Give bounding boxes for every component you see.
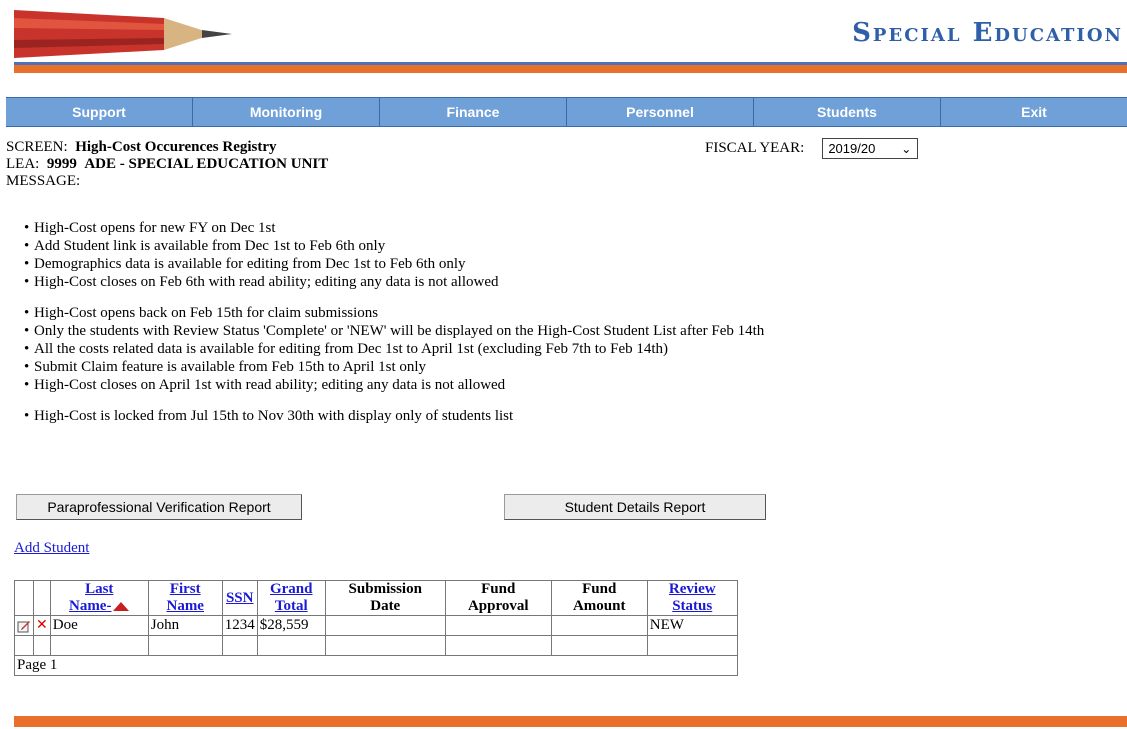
- message-group: High-Cost opens for new FY on Dec 1st Ad…: [24, 219, 924, 291]
- fiscal-year-select[interactable]: 2019/20 ⌄: [822, 138, 919, 159]
- first-name-sort-link[interactable]: First Name: [166, 581, 204, 614]
- delete-cell[interactable]: ✕: [33, 615, 51, 636]
- delete-icon[interactable]: ✕: [36, 617, 48, 633]
- message-item: Only the students with Review Status 'Co…: [24, 322, 924, 340]
- table-row: ✕ Doe John 1234 $28,559 NEW: [14, 615, 738, 636]
- cell-grand-total: $28,559: [256, 615, 326, 636]
- message-list: High-Cost opens for new FY on Dec 1st Ad…: [24, 219, 924, 438]
- ssn-sort-link[interactable]: SSN: [226, 590, 254, 606]
- message-item: Submit Claim feature is available from F…: [24, 358, 924, 376]
- table-empty-row: [14, 635, 738, 656]
- chevron-down-icon: ⌄: [901, 141, 912, 156]
- message-group: High-Cost is locked from Jul 15th to Nov…: [24, 407, 924, 425]
- add-student-link[interactable]: Add Student: [14, 540, 89, 557]
- nav-finance[interactable]: Finance: [380, 98, 567, 126]
- lea-label: LEA:: [6, 156, 40, 172]
- lea-code: 9999: [46, 156, 77, 172]
- header-rule-orange: [14, 65, 1127, 73]
- pager: Page 1: [14, 655, 738, 676]
- review-status-sort-link[interactable]: Review Status: [669, 581, 716, 614]
- student-table: Last Name- First Name SSN Grand Total Submi…: [14, 580, 738, 676]
- cell-ssn: 1234: [221, 615, 258, 636]
- edit-icon[interactable]: [17, 619, 31, 633]
- table-pager-row: Page 1: [14, 655, 738, 676]
- header: Special Education: [0, 0, 1127, 80]
- nav-personnel[interactable]: Personnel: [567, 98, 754, 126]
- screen-label: SCREEN:: [6, 139, 68, 155]
- last-name-sort-link[interactable]: Last Name-: [69, 581, 113, 614]
- cell-submission-date: [324, 615, 446, 636]
- col-submission-date: Submission Date: [324, 580, 446, 616]
- lea-name: ADE - SPECIAL EDUCATION UNIT: [84, 156, 329, 172]
- message-item: Demographics data is available for editi…: [24, 255, 924, 273]
- cell-last-name: Doe: [49, 615, 149, 636]
- fiscal-year: FISCAL YEAR: 2019/20 ⌄: [705, 138, 919, 159]
- message-item: High-Cost opens back on Feb 15th for cla…: [24, 304, 924, 322]
- message-item: High-Cost closes on April 1st with read …: [24, 376, 924, 394]
- col-grand-total[interactable]: Grand Total: [256, 580, 326, 616]
- nav-support[interactable]: Support: [6, 98, 193, 126]
- table-header-row: Last Name- First Name SSN Grand Total Submi…: [14, 580, 738, 616]
- nav-exit[interactable]: Exit: [941, 98, 1127, 126]
- brand-title: Special Education: [852, 18, 1123, 48]
- col-first-name[interactable]: First Name: [147, 580, 223, 616]
- col-fund-approval: Fund Approval: [444, 580, 552, 616]
- message-label: MESSAGE:: [6, 173, 81, 189]
- message-item: High-Cost closes on Feb 6th with read ab…: [24, 273, 924, 291]
- fiscal-year-value: 2019/20: [828, 141, 876, 156]
- col-fund-amount: Fund Amount: [550, 580, 648, 616]
- footer-rule: [14, 716, 1127, 727]
- message-item: High-Cost opens for new FY on Dec 1st: [24, 219, 924, 237]
- edit-cell[interactable]: [14, 615, 34, 636]
- col-last-name[interactable]: Last Name-: [49, 580, 149, 616]
- cell-fund-approval: [444, 615, 552, 636]
- fiscal-year-label: FISCAL YEAR:: [705, 140, 805, 156]
- screen-info: SCREEN: High-Cost Occurences Registry LE…: [6, 139, 328, 190]
- nav-monitoring[interactable]: Monitoring: [193, 98, 380, 126]
- message-item: All the costs related data is available …: [24, 340, 924, 358]
- col-ssn[interactable]: SSN: [221, 580, 258, 616]
- cell-fund-amount: [550, 615, 648, 636]
- message-item: High-Cost is locked from Jul 15th to Nov…: [24, 407, 924, 425]
- col-review-status[interactable]: Review Status: [646, 580, 738, 616]
- message-group: High-Cost opens back on Feb 15th for cla…: [24, 304, 924, 394]
- delete-col-header: [33, 580, 51, 616]
- cell-review-status: NEW: [646, 615, 738, 636]
- screen-name: High-Cost Occurences Registry: [75, 139, 277, 155]
- message-item: Add Student link is available from Dec 1…: [24, 237, 924, 255]
- main-nav: Support Monitoring Finance Personnel Stu…: [6, 97, 1127, 127]
- sort-asc-icon: [113, 602, 130, 612]
- student-details-report-button[interactable]: Student Details Report: [504, 494, 766, 520]
- paraprofessional-report-button[interactable]: Paraprofessional Verification Report: [16, 494, 302, 520]
- nav-students[interactable]: Students: [754, 98, 941, 126]
- grand-total-sort-link[interactable]: Grand Total: [270, 581, 313, 614]
- cell-first-name: John: [147, 615, 223, 636]
- edit-col-header: [14, 580, 34, 616]
- pencil-logo: [14, 10, 232, 58]
